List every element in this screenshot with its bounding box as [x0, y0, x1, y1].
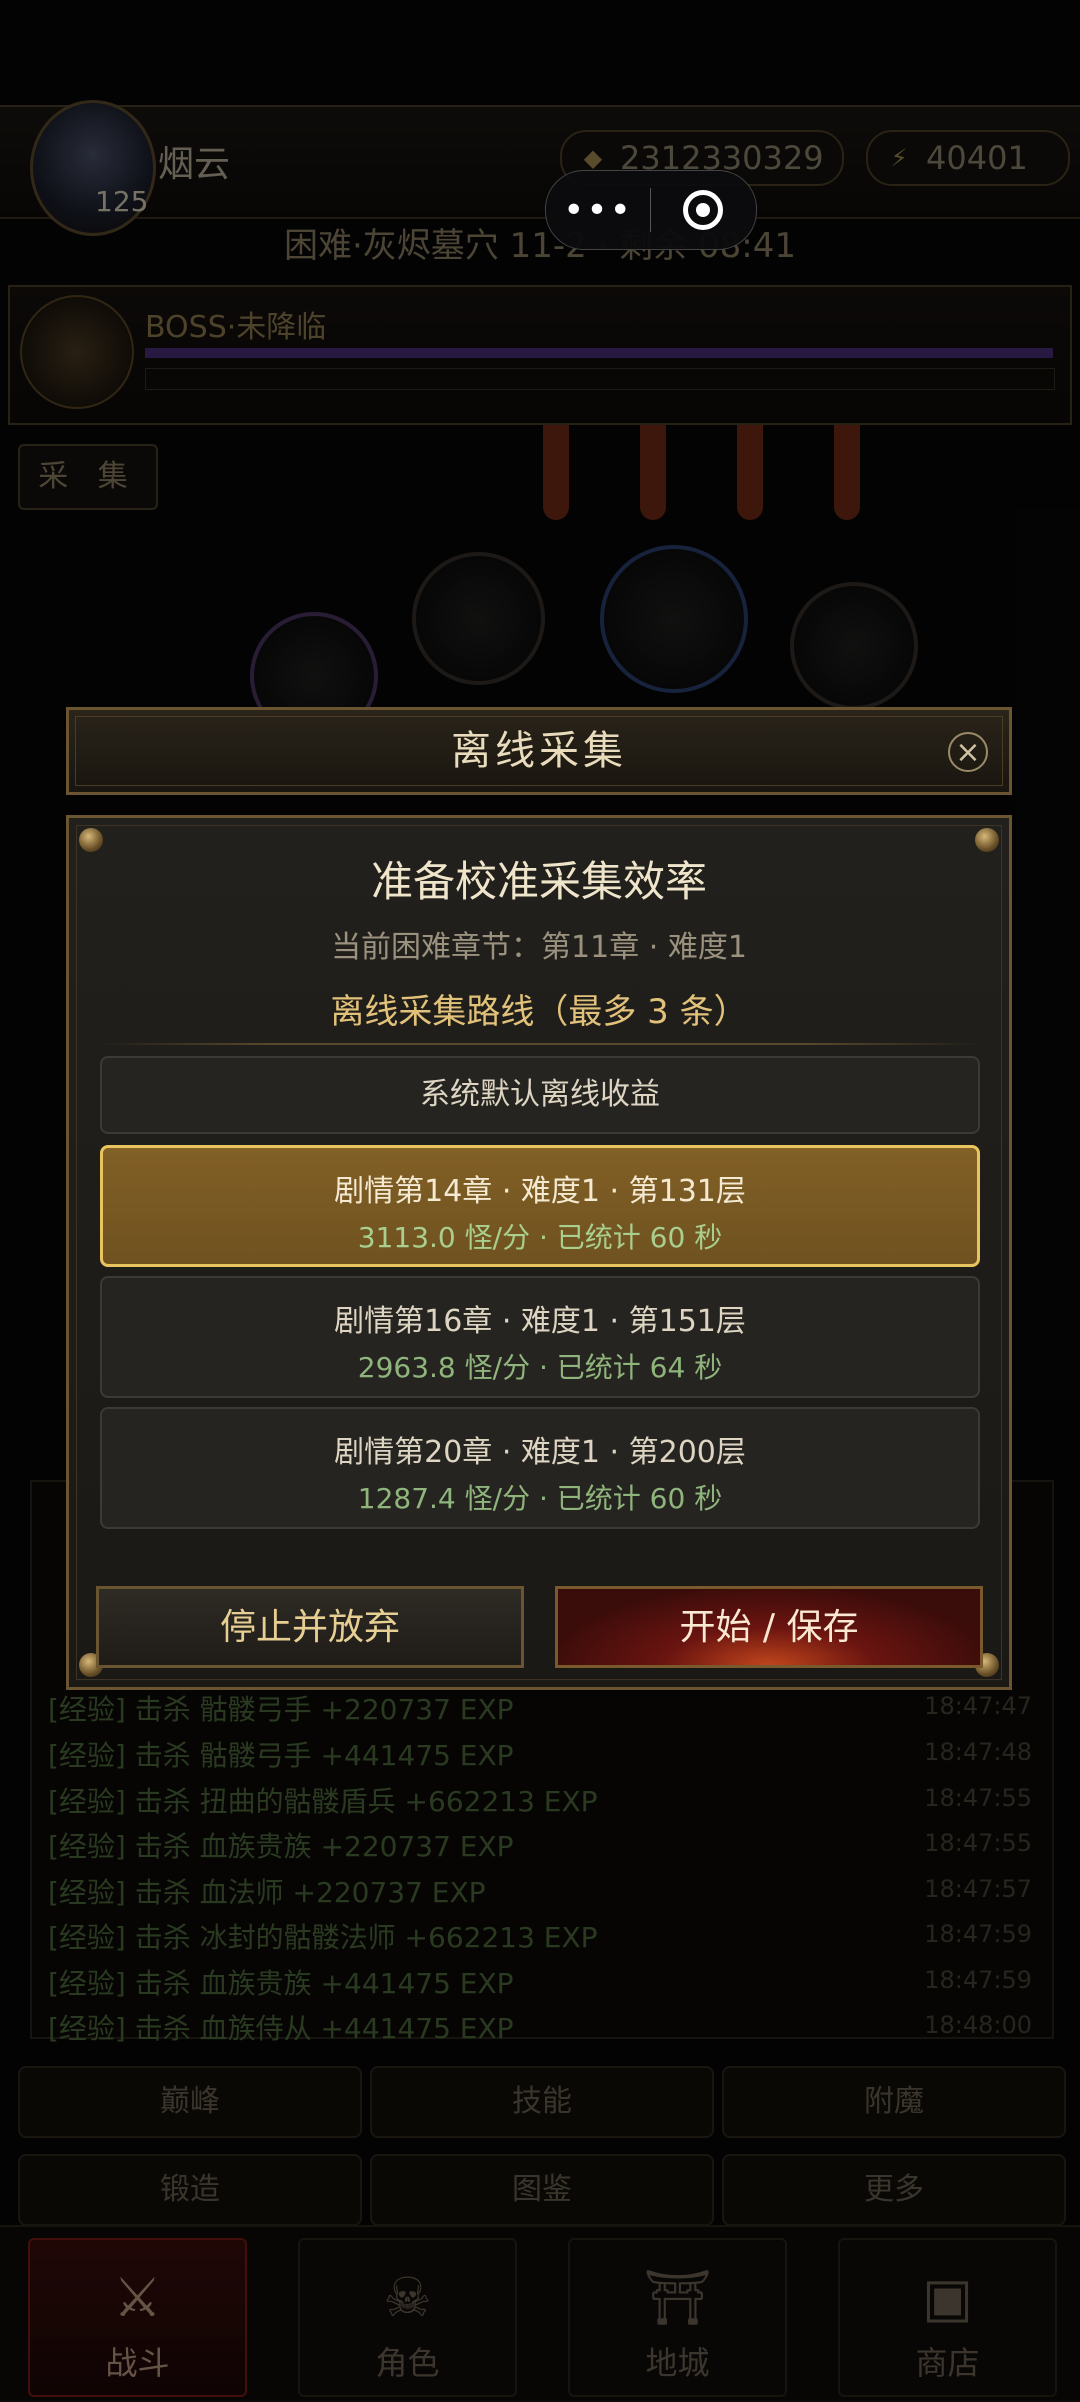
divider — [100, 1043, 980, 1045]
dialog-heading: 准备校准采集效率 — [370, 857, 707, 906]
routes-title: 离线采集路线（最多 3 条） — [330, 992, 748, 1032]
close-miniprogram-icon[interactable] — [651, 190, 755, 230]
route-title: 剧情第14章 · 难度1 · 第131层 — [334, 1174, 746, 1209]
start-save-button[interactable]: 开始 / 保存 — [555, 1586, 983, 1668]
miniprogram-capsule: ••• — [545, 170, 757, 250]
route-stats: 1287.4 怪/分 · 已统计 60 秒 — [357, 1482, 723, 1515]
dialog-title: 离线采集 — [451, 728, 627, 774]
route-title: 剧情第20章 · 难度1 · 第200层 — [334, 1435, 746, 1470]
more-menu-icon[interactable]: ••• — [546, 190, 650, 231]
route-stats: 3113.0 怪/分 · 已统计 60 秒 — [357, 1221, 723, 1254]
option-label: 系统默认离线收益 — [420, 1077, 660, 1112]
chapter-info: 当前困难章节：第11章 · 难度1 — [331, 930, 747, 965]
route-title: 剧情第16章 · 难度1 · 第151层 — [334, 1304, 746, 1339]
route-option[interactable]: 剧情第16章 · 难度1 · 第151层 2963.8 怪/分 · 已统计 64… — [100, 1276, 980, 1398]
default-option[interactable]: 系统默认离线收益 — [100, 1056, 980, 1134]
route-option[interactable]: 剧情第20章 · 难度1 · 第200层 1287.4 怪/分 · 已统计 60… — [100, 1407, 980, 1529]
route-stats: 2963.8 怪/分 · 已统计 64 秒 — [357, 1351, 723, 1384]
close-icon[interactable]: × — [948, 732, 988, 772]
stop-and-discard-button[interactable]: 停止并放弃 — [96, 1586, 524, 1668]
route-option[interactable]: 剧情第14章 · 难度1 · 第131层 3113.0 怪/分 · 已统计 60… — [100, 1145, 980, 1267]
